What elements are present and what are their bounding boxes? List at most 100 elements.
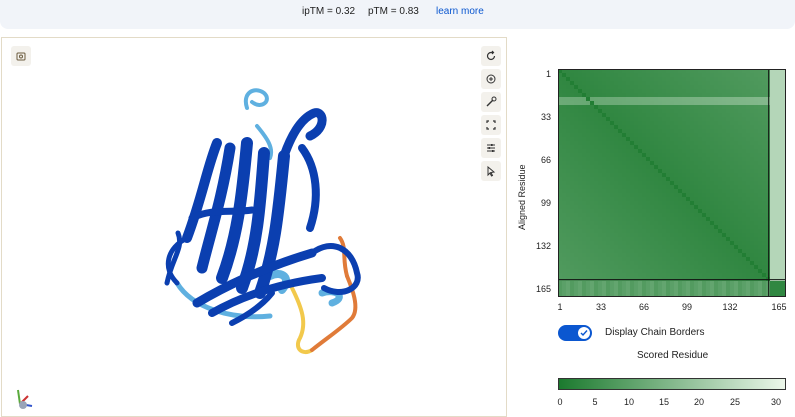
heatmap-cell: [734, 237, 739, 242]
heatmap-cell: [622, 141, 627, 146]
heatmap-cell: [610, 93, 615, 98]
heatmap-cell: [610, 265, 615, 270]
measure-button[interactable]: [481, 92, 501, 112]
heatmap-cell: [698, 117, 703, 122]
heatmap-cell: [570, 273, 575, 278]
heatmap-cell: [722, 129, 727, 134]
heatmap-cell: [562, 173, 567, 178]
heatmap-cell: [570, 249, 575, 254]
heatmap-cell: [646, 285, 651, 290]
heatmap-cell: [590, 165, 595, 170]
heatmap-cell: [642, 217, 647, 222]
heatmap-cell: [778, 245, 783, 250]
heatmap-cell: [614, 213, 619, 218]
heatmap-cell: [666, 233, 671, 238]
heatmap-cell: [586, 253, 591, 258]
heatmap-cell: [718, 109, 723, 114]
heatmap-cell: [642, 129, 647, 134]
heatmap-cell: [630, 249, 635, 254]
heatmap-cell: [586, 93, 591, 98]
fullscreen-button[interactable]: [481, 115, 501, 135]
heatmap-cell: [694, 77, 699, 82]
heatmap-cell: [618, 217, 623, 222]
heatmap-cell: [618, 169, 623, 174]
heatmap-cell: [642, 281, 647, 286]
heatmap-cell: [770, 117, 775, 122]
heatmap-cell: [702, 129, 707, 134]
heatmap-cell: [582, 185, 587, 190]
heatmap-cell: [682, 277, 687, 282]
heatmap-cell: [706, 137, 711, 142]
heatmap-cell: [678, 113, 683, 118]
select-button[interactable]: [481, 161, 501, 181]
heatmap-cell: [762, 161, 767, 166]
heatmap-cell: [562, 109, 567, 114]
heatmap-cell: [654, 209, 659, 214]
heatmap-cell: [714, 197, 719, 202]
heatmap-cell: [622, 113, 627, 118]
heatmap-cell: [650, 133, 655, 138]
heatmap-cell: [602, 277, 607, 282]
heatmap-cell: [718, 285, 723, 290]
heatmap-cell: [654, 85, 659, 90]
heatmap-cell: [646, 249, 651, 254]
heatmap-cell: [738, 225, 743, 230]
heatmap-cell: [614, 169, 619, 174]
heatmap-cell: [774, 237, 779, 242]
heatmap-cell: [670, 205, 675, 210]
heatmap-cell: [722, 117, 727, 122]
protein-structure[interactable]: [2, 38, 506, 408]
heatmap-cell: [614, 285, 619, 290]
heatmap-cell: [710, 181, 715, 186]
heatmap-cell: [590, 209, 595, 214]
heatmap-cell: [742, 101, 747, 106]
screenshot-button[interactable]: [11, 46, 31, 66]
learn-more-link[interactable]: learn more: [436, 6, 484, 17]
heatmap-cell: [646, 221, 651, 226]
heatmap-cell: [734, 169, 739, 174]
heatmap-cell: [602, 149, 607, 154]
heatmap-cell: [638, 177, 643, 182]
heatmap-cell: [662, 237, 667, 242]
heatmap-cell: [678, 145, 683, 150]
structure-viewer[interactable]: [1, 37, 507, 417]
heatmap-cell: [686, 261, 691, 266]
heatmap-cell: [722, 257, 727, 262]
heatmap-cell: [622, 197, 627, 202]
heatmap-cell: [582, 241, 587, 246]
heatmap-cell: [650, 201, 655, 206]
heatmap-cell: [770, 281, 775, 286]
pae-heatmap[interactable]: [558, 69, 786, 297]
heatmap-cell: [750, 81, 755, 86]
heatmap-cell: [726, 181, 731, 186]
heatmap-cell: [566, 101, 571, 106]
heatmap-cell: [742, 137, 747, 142]
heatmap-cell: [670, 249, 675, 254]
heatmap-cell: [562, 169, 567, 174]
zoom-button[interactable]: [481, 69, 501, 89]
chain-borders-toggle[interactable]: [558, 325, 592, 341]
heatmap-cell: [726, 177, 731, 182]
rotate-button[interactable]: [481, 46, 501, 66]
heatmap-cell: [742, 105, 747, 110]
heatmap-cell: [562, 161, 567, 166]
heatmap-cell: [730, 85, 735, 90]
heatmap-cell: [730, 89, 735, 94]
heatmap-cell: [622, 161, 627, 166]
heatmap-cell: [642, 197, 647, 202]
heatmap-cell: [626, 129, 631, 134]
heatmap-cell: [762, 77, 767, 82]
heatmap-cell: [578, 269, 583, 274]
heatmap-cell: [654, 145, 659, 150]
heatmap-cell: [698, 197, 703, 202]
heatmap-cell: [730, 173, 735, 178]
heatmap-cell: [730, 121, 735, 126]
heatmap-cell: [710, 273, 715, 278]
heatmap-cell: [618, 197, 623, 202]
heatmap-cell: [670, 85, 675, 90]
heatmap-cell: [630, 81, 635, 86]
heatmap-cell: [670, 161, 675, 166]
settings-button[interactable]: [481, 138, 501, 158]
heatmap-cell: [694, 93, 699, 98]
heatmap-cell: [590, 241, 595, 246]
